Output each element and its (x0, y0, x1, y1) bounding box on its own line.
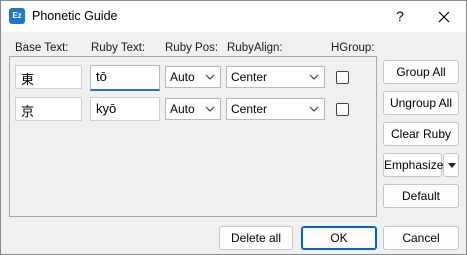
ruby-text-field[interactable]: tō (90, 65, 160, 91)
base-text-field[interactable]: 東 (15, 65, 82, 89)
app-icon: Ez (9, 8, 25, 24)
ruby-align-value: Center (231, 70, 268, 84)
header-hgroup: HGroup: (331, 42, 375, 54)
emphasize-dropdown-button[interactable] (443, 153, 459, 177)
clear-ruby-button[interactable]: Clear Ruby (383, 122, 459, 146)
ruby-pos-value: Auto (170, 102, 195, 116)
ruby-pos-select[interactable]: Auto (165, 98, 221, 120)
chevron-down-icon (309, 74, 319, 80)
title-bar: Ez Phonetic Guide ? (1, 1, 466, 32)
ok-button[interactable]: OK (301, 226, 377, 250)
phonetic-guide-dialog: Ez Phonetic Guide ? Base Text: Ruby Text… (0, 0, 467, 255)
chevron-down-icon (205, 74, 215, 80)
ruby-align-value: Center (231, 102, 268, 116)
ruby-pos-value: Auto (170, 70, 195, 84)
chevron-down-icon (205, 106, 215, 112)
base-text-field[interactable]: 京 (15, 97, 82, 121)
header-base-text: Base Text: (15, 42, 69, 54)
emphasize-button[interactable]: Emphasize (383, 153, 443, 177)
ungroup-all-button[interactable]: Ungroup All (383, 91, 459, 115)
ruby-align-select[interactable]: Center (226, 66, 325, 88)
hgroup-checkbox[interactable] (336, 71, 349, 84)
header-ruby-pos: Ruby Pos: (165, 42, 219, 54)
close-icon (438, 11, 450, 23)
cancel-button[interactable]: Cancel (383, 226, 459, 250)
ruby-pos-select[interactable]: Auto (165, 66, 221, 88)
header-ruby-align: RubyAlign: (227, 42, 283, 54)
triangle-down-icon (448, 163, 456, 168)
ruby-align-select[interactable]: Center (226, 98, 325, 120)
ruby-text-field[interactable]: kyō (90, 97, 160, 121)
hgroup-checkbox[interactable] (336, 103, 349, 116)
header-ruby-text: Ruby Text: (91, 42, 146, 54)
default-button[interactable]: Default (383, 184, 459, 208)
chevron-down-icon (309, 106, 319, 112)
help-button[interactable]: ? (385, 1, 415, 32)
window-title: Phonetic Guide (32, 9, 118, 23)
close-button[interactable] (427, 1, 461, 32)
delete-all-button[interactable]: Delete all (219, 226, 293, 250)
group-all-button[interactable]: Group All (383, 60, 459, 84)
